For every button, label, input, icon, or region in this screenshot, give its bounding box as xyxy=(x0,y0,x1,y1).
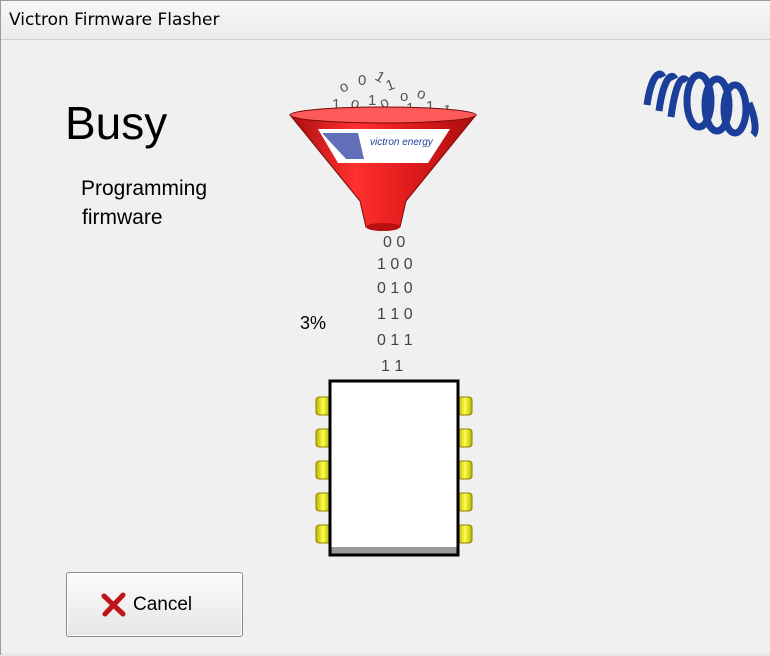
bit-row: 1 1 xyxy=(381,358,404,375)
progress-percent: 3% xyxy=(300,313,327,333)
svg-text:1: 1 xyxy=(384,76,398,95)
svg-text:1: 1 xyxy=(368,92,376,109)
funnel-icon: o 0 1 1 o o 1 o 1 o 1 1 1 xyxy=(288,68,478,231)
bit-row: 1 1 0 xyxy=(377,306,413,323)
firmware-flasher-window: Victron Firmware Flasher Busy Programmin… xyxy=(0,0,770,656)
victron-logo-icon xyxy=(643,70,759,138)
status-heading: Busy xyxy=(65,97,168,149)
bit-row: 1 0 0 xyxy=(377,256,413,273)
cancel-button[interactable]: Cancel xyxy=(66,572,243,637)
funnel-brand-text: victron energy xyxy=(370,137,434,148)
chip-icon xyxy=(315,379,473,557)
window-title: Victron Firmware Flasher xyxy=(9,10,220,30)
close-icon xyxy=(101,592,126,617)
cancel-button-label: Cancel xyxy=(133,594,193,615)
bit-row: 0 1 1 xyxy=(377,332,413,349)
status-message-line2: firmware xyxy=(82,206,163,229)
bit-row: 0 1 0 xyxy=(377,280,413,297)
status-message-line1: Programming xyxy=(81,177,208,200)
svg-text:o: o xyxy=(337,78,352,97)
svg-text:0: 0 xyxy=(358,72,366,89)
title-bar[interactable]: Victron Firmware Flasher xyxy=(1,1,770,40)
bit-stream: 0 0 1 0 0 0 1 0 1 1 0 0 1 1 1 1 xyxy=(373,233,413,383)
bit-row: 0 0 xyxy=(383,234,406,251)
